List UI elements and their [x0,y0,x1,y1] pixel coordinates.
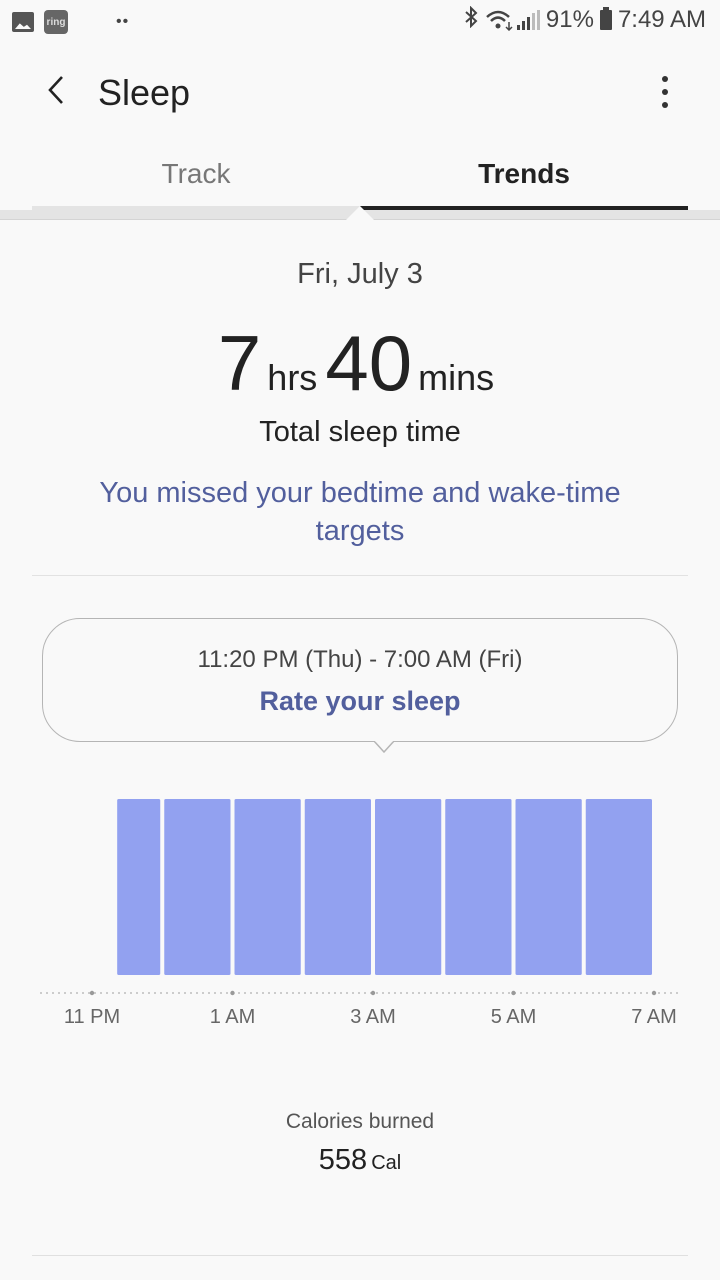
sleep-date[interactable]: Fri, July 3 [0,258,720,291]
x-tick-label: 7 AM [631,1006,677,1028]
rate-sleep-link[interactable]: Rate your sleep [42,686,678,717]
sleep-bar-4[interactable] [304,799,371,975]
x-tick-mark [651,990,657,996]
bars-layer [117,799,652,975]
sleep-bar-3[interactable] [234,799,301,975]
hours-value: 7 [217,319,262,407]
total-sleep-duration: 7 hrs 40 mins [0,318,720,409]
tab-trends[interactable]: Trends [360,158,688,190]
ring-label: ring [46,16,66,28]
sleep-chart[interactable]: 11 PM 1 AM 3 AM 5 AM 7 AM [0,780,720,1040]
clock: 7:49 AM [617,6,706,33]
sleep-bar-6[interactable] [445,799,512,975]
bubble-tail [374,741,394,753]
more-notifications-icon: •• [116,13,130,30]
signal-icon [516,10,540,30]
tab-trends-indicator [360,206,688,210]
calories-value: 558 Cal [0,1144,720,1177]
back-arrow-icon [48,76,63,104]
page-title: Sleep [98,72,191,113]
sleep-bar-1[interactable] [117,799,161,975]
x-tick-mark [370,990,376,996]
tab-track[interactable]: Track [32,158,360,190]
x-tick-mark [89,990,95,996]
target-message: You missed your bedtime and wake-time ta… [99,477,621,547]
calories-label: Calories burned [285,1110,435,1133]
more-options-icon [662,76,668,82]
x-tick-mark [230,990,235,996]
divider [32,1255,688,1256]
sleep-bar-2[interactable] [164,799,231,975]
tab-track-indicator [32,206,360,212]
wifi-icon [485,9,513,32]
sleep-time-range: 11:20 PM (Thu) - 7:00 AM (Fri) [197,646,523,673]
battery-icon [599,7,612,30]
gallery-icon [12,12,34,32]
session-bubble [42,618,678,742]
bluetooth-icon [463,5,479,34]
calories-unit: Cal [371,1152,402,1174]
minutes-unit: mins [418,357,495,398]
ticks-layer: 11 PM 1 AM 3 AM 5 AM 7 AM [64,990,677,1028]
sleep-bar-5[interactable] [375,799,442,975]
more-options-button[interactable] [650,72,680,112]
tab-bar: Track Trends [0,140,720,220]
minutes-value: 40 [325,319,413,407]
divider [32,575,688,576]
sleep-bar-8[interactable] [585,799,652,975]
status-bar: ring •• 91% 7:49 AM [0,0,720,44]
x-tick-label: 5 AM [491,1006,537,1028]
sleep-bar-7[interactable] [515,799,582,975]
back-button[interactable] [36,70,76,110]
x-tick-label: 3 AM [350,1006,396,1028]
x-tick-label: 1 AM [210,1006,256,1028]
x-tick-mark [511,990,516,996]
ring-app-icon: ring [44,10,68,34]
tab-notch [346,206,374,220]
hours-unit: hrs [267,357,318,398]
total-sleep-label: Total sleep time [259,416,461,448]
battery-percent: 91% [545,6,594,33]
x-tick-label: 11 PM [64,1006,120,1028]
calories-number: 558 [318,1144,368,1176]
app-bar: Sleep [0,44,720,140]
